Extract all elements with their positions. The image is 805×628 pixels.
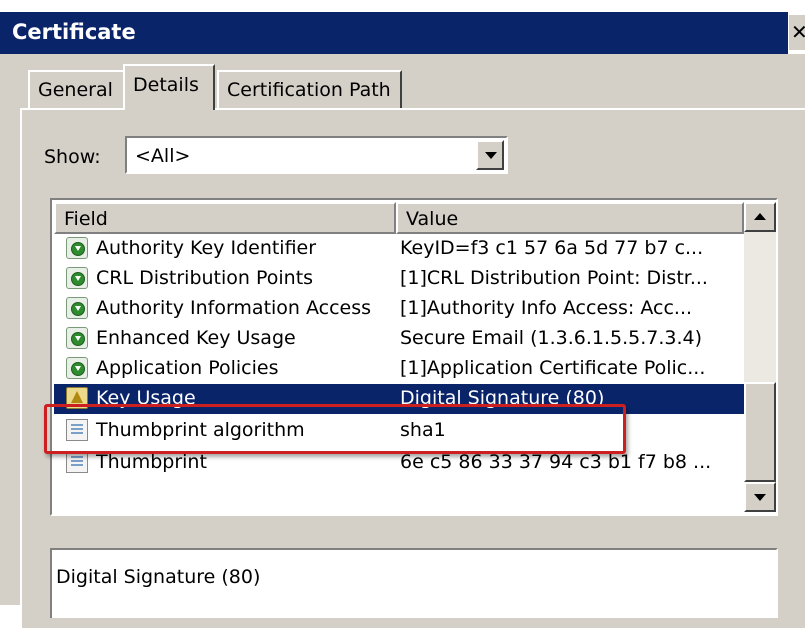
document-property-icon: [66, 451, 88, 473]
certificate-extension-icon: [66, 357, 88, 379]
field-detail-text: Digital Signature (80): [56, 566, 261, 588]
row-field: Enhanced Key Usage: [96, 327, 296, 349]
tab-general[interactable]: General: [28, 70, 123, 108]
certificate-extension-icon: [66, 267, 88, 289]
row-value: [1]CRL Distribution Point: Distr...: [400, 267, 708, 289]
certificate-extension-icon: [66, 237, 88, 259]
row-value: KeyID=f3 c1 57 6a 5d 77 b7 c...: [400, 237, 704, 259]
tab-details[interactable]: Details: [123, 64, 215, 110]
show-dropdown[interactable]: <All>: [125, 136, 508, 174]
chevron-down-icon: [485, 152, 497, 159]
field-detail-textbox[interactable]: Digital Signature (80): [50, 548, 778, 618]
show-label: Show:: [44, 146, 101, 168]
row-field: CRL Distribution Points: [96, 267, 314, 289]
list-row[interactable]: Enhanced Key Usage Secure Email (1.3.6.1…: [54, 324, 744, 354]
list-row[interactable]: CRL Distribution Points [1]CRL Distribut…: [54, 264, 744, 294]
tab-certification-path[interactable]: Certification Path: [217, 70, 402, 108]
arrow-up-icon: [754, 213, 766, 220]
scrollbar-thumb[interactable]: [744, 382, 776, 482]
close-icon: ✕: [791, 20, 805, 44]
row-field: Application Policies: [96, 357, 279, 379]
show-dropdown-value: <All>: [135, 145, 191, 167]
list-header: Field Value: [54, 202, 744, 234]
close-button[interactable]: ✕: [788, 14, 805, 50]
scroll-up-button[interactable]: [744, 202, 776, 232]
row-value: [1]Authority Info Access: Acc...: [400, 297, 693, 319]
row-field: Authority Key Identifier: [96, 237, 317, 259]
row-field: Authority Information Access: [96, 297, 372, 319]
title-bar: Certificate ✕: [0, 0, 805, 54]
column-header-field[interactable]: Field: [54, 202, 396, 234]
certificate-extension-icon: [66, 297, 88, 319]
field-list[interactable]: Field Value Authority Key Identifier Key…: [50, 198, 778, 516]
red-highlight-annotation: [44, 404, 626, 454]
arrow-down-icon: [754, 494, 766, 501]
list-row[interactable]: Authority Information Access [1]Authorit…: [54, 294, 744, 324]
scroll-down-button[interactable]: [744, 482, 776, 512]
window-title: Certificate: [12, 20, 136, 44]
certificate-extension-icon: [66, 327, 88, 349]
list-row[interactable]: Application Policies [1]Application Cert…: [54, 354, 744, 384]
show-dropdown-button[interactable]: [476, 140, 504, 170]
column-header-value[interactable]: Value: [396, 202, 744, 234]
vertical-scrollbar[interactable]: [744, 202, 776, 512]
row-value: [1]Application Certificate Polic...: [400, 357, 706, 379]
list-row[interactable]: Authority Key Identifier KeyID=f3 c1 57 …: [54, 234, 744, 264]
row-value: Secure Email (1.3.6.1.5.5.7.3.4): [400, 327, 703, 349]
